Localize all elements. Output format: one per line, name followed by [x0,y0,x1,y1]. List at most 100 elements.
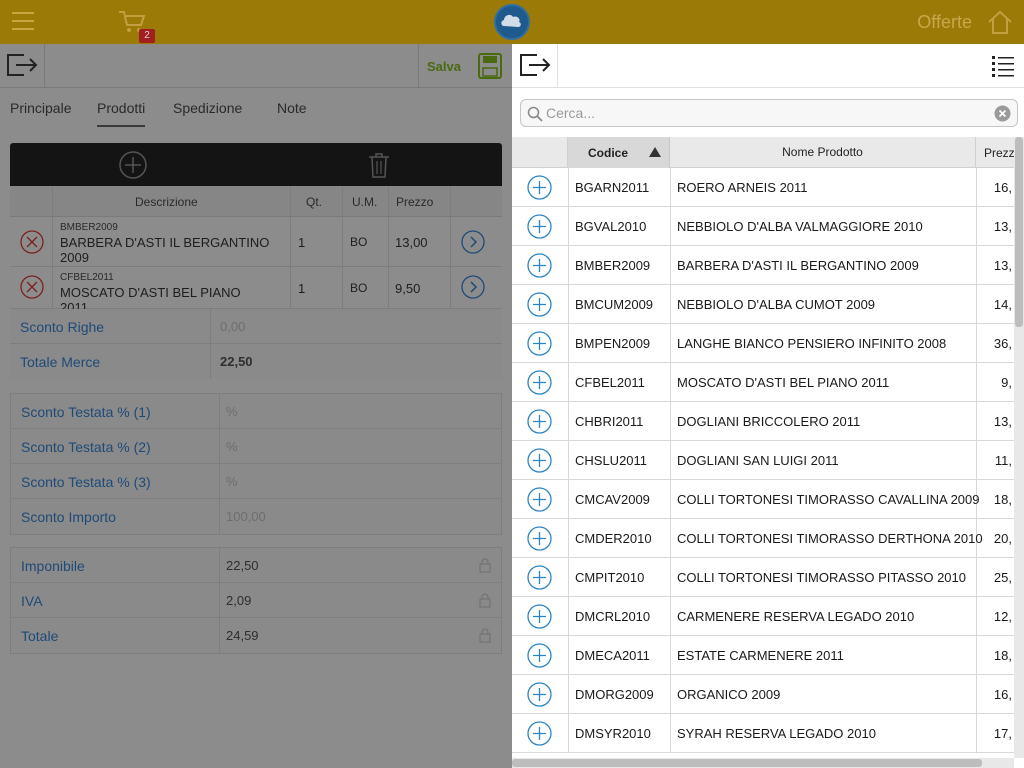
add-product-icon[interactable] [527,253,552,278]
header-discounts: Sconto Testata % (1)% Sconto Testata % (… [10,393,502,535]
table-row[interactable]: BMBER2009 BARBERA D'ASTI IL BERGANTINO 2… [10,217,502,267]
col-prezzo-header[interactable]: Prezzo [976,137,1014,168]
add-product-icon[interactable] [527,565,552,590]
add-product-icon[interactable] [527,292,552,317]
tab-note[interactable]: Note [277,100,307,116]
product-code: CMCAV2009 [575,492,650,507]
product-name: ESTATE CARMENERE 2011 [677,648,844,663]
tab-spedizione[interactable]: Spedizione [173,100,242,116]
imponibile-label: Imponibile [21,558,85,574]
table-row[interactable]: CHBRI2011 DOGLIANI BRICCOLERO 2011 13, [512,402,1014,441]
table-row[interactable]: BGVAL2010 NEBBIOLO D'ALBA VALMAGGIORE 201… [512,207,1014,246]
line-qty: 1 [298,281,306,296]
product-code: BGARN2011 [575,180,650,195]
sconto-testata-3-field[interactable]: % [226,474,238,489]
product-name: DOGLIANI SAN LUIGI 2011 [677,453,839,468]
col-descrizione: Descrizione [135,195,198,209]
chevron-right-icon[interactable] [461,230,485,254]
product-name: CARMENERE RESERVA LEGADO 2010 [677,609,915,624]
sconto-importo-label: Sconto Importo [21,509,116,525]
order-lines-grid: Descrizione Qt. U.M. Prezzo BMBER2009 BA… [10,143,502,379]
totale-merce-row: Totale Merce 22,50 [10,344,502,379]
table-row[interactable]: BMCUM2009 NEBBIOLO D'ALBA CUMOT 2009 14, [512,285,1014,324]
product-price: 17, [993,726,1012,741]
imponibile-value: 22,50 [226,558,259,573]
table-row[interactable]: BMPEN2009 LANGHE BIANCO PENSIERO INFINITO… [512,324,1014,363]
add-product-icon[interactable] [527,721,552,746]
exit-icon[interactable] [519,52,551,78]
trash-icon[interactable] [367,151,391,179]
table-row[interactable]: CMPIT2010 COLLI TORTONESI TIMORASSO PITAS… [512,558,1014,597]
table-row[interactable]: CMCAV2009 COLLI TORTONESI TIMORASSO CAVAL… [512,480,1014,519]
horizontal-scrollbar[interactable] [512,758,1014,768]
col-qt: Qt. [306,195,323,209]
add-product-icon[interactable] [527,643,552,668]
save-label[interactable]: Salva [427,59,461,74]
sconto-righe-value[interactable]: 0,00 [220,319,245,334]
add-product-icon[interactable] [527,448,552,473]
save-icon[interactable] [478,53,502,79]
sort-ascending-icon [649,147,661,157]
app-logo [494,4,530,40]
col-codice-header[interactable]: Codice [568,137,670,168]
tab-prodotti[interactable]: Prodotti [97,100,146,127]
table-row[interactable]: BGARN2011 ROERO ARNEIS 2011 16, [512,168,1014,207]
table-row[interactable]: DMCRL2010 CARMENERE RESERVA LEGADO 2010 12… [512,597,1014,636]
add-line-icon[interactable] [118,150,148,180]
clear-search-icon[interactable] [994,105,1011,122]
remove-line-icon[interactable] [20,275,44,299]
add-product-icon[interactable] [527,370,552,395]
add-product-icon[interactable] [527,682,552,707]
table-row[interactable]: DMSYR2010 SYRAH RESERVA LEGADO 2010 17, [512,714,1014,753]
home-icon[interactable] [986,8,1014,36]
product-price: 16, [993,180,1012,195]
lock-icon [479,558,491,573]
product-code: CHBRI2011 [575,414,644,429]
chevron-right-icon[interactable] [461,275,485,299]
totale-merce-label: Totale Merce [20,354,101,370]
add-product-icon[interactable] [527,331,552,356]
table-row[interactable]: CHSLU2011 DOGLIANI SAN LUIGI 2011 11, [512,441,1014,480]
product-code: CFBEL2011 [575,375,645,390]
table-row[interactable]: CFBEL2011 MOSCATO D'ASTI BEL PIANO 2011 … [10,267,502,315]
sconto-testata-2-field[interactable]: % [226,439,238,454]
add-product-icon[interactable] [527,214,552,239]
product-name: COLLI TORTONESI TIMORASSO DERTHONA 2010 [677,531,983,546]
remove-line-icon[interactable] [20,230,44,254]
search-box [520,99,1018,127]
line-price: 13,00 [395,235,428,250]
product-price: 13, [993,258,1012,273]
add-product-icon[interactable] [527,175,552,200]
product-code: CMPIT2010 [575,570,645,585]
product-name: DOGLIANI BRICCOLERO 2011 [677,414,861,429]
add-product-icon[interactable] [527,487,552,512]
sconto-righe-label: Sconto Righe [20,319,105,335]
exit-icon[interactable] [6,52,38,78]
search-input[interactable] [546,103,986,123]
product-price: 25, [993,570,1012,585]
iva-value: 2,09 [226,593,252,608]
menu-icon[interactable] [12,12,34,32]
table-row[interactable]: DMORG2009 ORGANICO 2009 16, [512,675,1014,714]
table-row[interactable]: BMBER2009 BARBERA D'ASTI IL BERGANTINO 20… [512,246,1014,285]
col-nome-label: Nome Prodotto [782,145,863,159]
tab-principale[interactable]: Principale [10,100,71,116]
table-row[interactable]: DMECA2011 ESTATE CARMENERE 2011 18, [512,636,1014,675]
line-description: BARBERA D'ASTI IL BERGANTINO 2009 [60,235,270,265]
product-table-header: Codice Nome Prodotto Prezzo [512,137,1014,168]
product-rows: BGARN2011 ROERO ARNEIS 2011 16, BGVAL2010 NE… [512,168,1014,753]
sconto-testata-1-field[interactable]: % [226,404,238,419]
sconto-testata-3-label: Sconto Testata % (3) [21,474,151,490]
add-product-icon[interactable] [527,526,552,551]
add-product-icon[interactable] [527,604,552,629]
add-product-icon[interactable] [527,409,552,434]
sconto-importo-field[interactable]: 100,00 [226,509,266,524]
col-nome-header[interactable]: Nome Prodotto [670,137,976,168]
list-icon[interactable] [992,54,1014,78]
table-row[interactable]: CMDER2010 COLLI TORTONESI TIMORASSO DERTH… [512,519,1014,558]
vertical-scrollbar[interactable] [1014,137,1024,758]
table-row[interactable]: CFBEL2011 MOSCATO D'ASTI BEL PIANO 2011 9, [512,363,1014,402]
product-table: Codice Nome Prodotto Prezzo BGARN2011 ROE… [512,137,1014,758]
product-price: 9, [1001,375,1012,390]
tab-bar: Principale Prodotti Spedizione Note [0,88,512,128]
